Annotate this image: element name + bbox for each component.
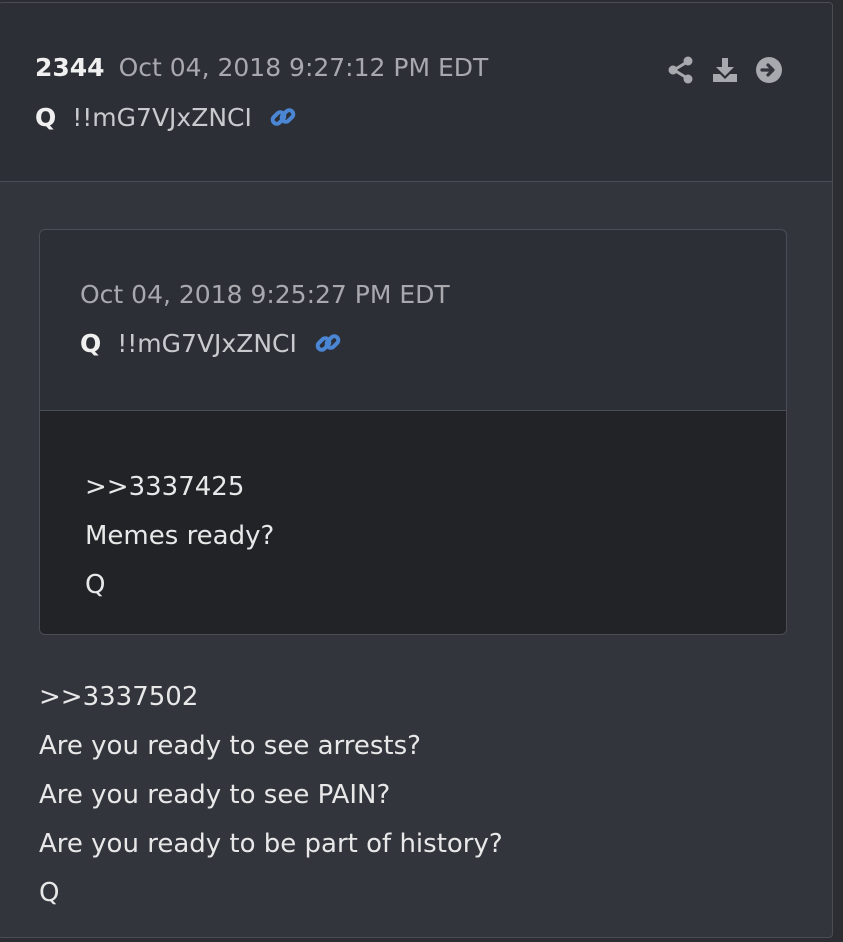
reference-link[interactable]: >>3337502 — [39, 673, 503, 722]
quoted-post-body: >>3337425 Memes ready? Q — [40, 411, 786, 634]
quoted-timestamp: Oct 04, 2018 9:25:27 PM EDT — [80, 280, 450, 309]
quoted-reference-link[interactable]: >>3337425 — [85, 463, 274, 512]
post-card: 2344 Oct 04, 2018 9:27:12 PM EDT Q !!mG7V… — [0, 2, 833, 938]
quoted-signature: Q — [85, 570, 106, 600]
quoted-text-line: Memes ready? — [85, 521, 275, 551]
post-number[interactable]: 2344 — [35, 53, 105, 82]
post-timestamp: Oct 04, 2018 9:27:12 PM EDT — [118, 53, 489, 82]
arrow-right-circle-icon[interactable] — [754, 55, 784, 85]
quoted-author-name: Q — [80, 328, 102, 358]
post-header: 2344 Oct 04, 2018 9:27:12 PM EDT Q !!mG7V… — [0, 3, 832, 182]
quoted-tripcode: !!mG7VJxZNCI — [117, 328, 297, 358]
post-actions — [666, 55, 784, 85]
post-body: >>3337502 Are you ready to see arrests? … — [39, 673, 503, 918]
body-text-line: Are you ready to be part of history? — [39, 829, 503, 859]
quoted-post-header: Oct 04, 2018 9:25:27 PM EDT Q !!mG7VJxZN… — [40, 230, 786, 411]
quoted-text: >>3337425 Memes ready? Q — [85, 463, 274, 610]
body-text-line: Are you ready to see PAIN? — [39, 780, 391, 810]
author-name: Q — [35, 102, 57, 132]
post-meta: 2344 Oct 04, 2018 9:27:12 PM EDT — [35, 53, 488, 82]
quoted-post: Oct 04, 2018 9:25:27 PM EDT Q !!mG7VJxZN… — [39, 229, 787, 635]
share-icon[interactable] — [666, 55, 696, 85]
link-icon[interactable] — [268, 102, 298, 132]
download-icon[interactable] — [710, 55, 740, 85]
quoted-author: Q !!mG7VJxZNCI — [80, 328, 343, 358]
post-author: Q !!mG7VJxZNCI — [35, 102, 298, 132]
signature: Q — [39, 878, 60, 908]
link-icon[interactable] — [313, 328, 343, 358]
body-text-line: Are you ready to see arrests? — [39, 731, 421, 761]
tripcode: !!mG7VJxZNCI — [72, 102, 252, 132]
